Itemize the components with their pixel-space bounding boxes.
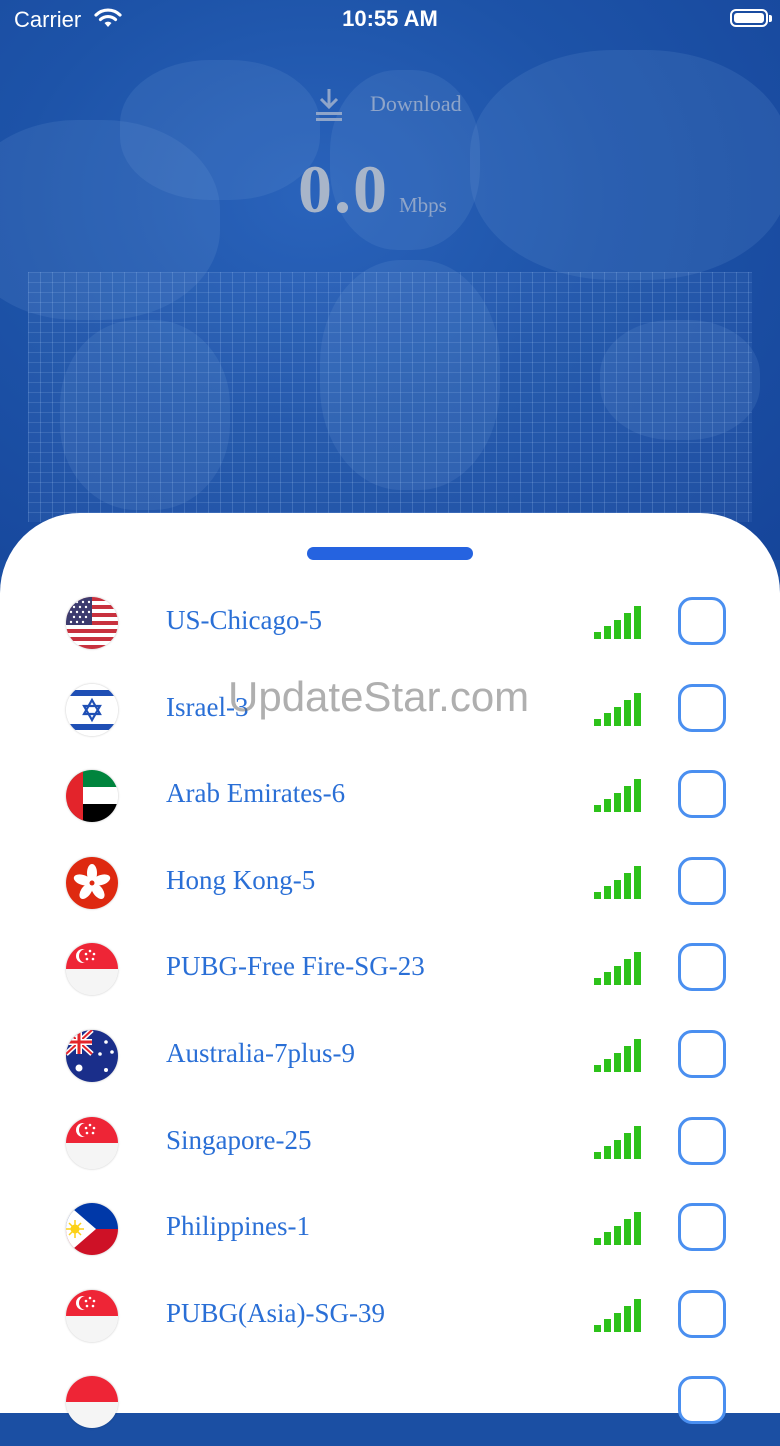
- download-icon: [316, 89, 342, 121]
- watermark: UpdateStar.com: [228, 673, 530, 720]
- server-list-sheet: US-Chicago-5 Israel-3 Arab Emirates-6 Ho…: [0, 513, 780, 1428]
- signal-strength-icon: [594, 1212, 641, 1245]
- signal-strength-icon: [594, 693, 641, 726]
- server-row[interactable]: Philippines-1: [0, 1187, 780, 1273]
- australia-flag-icon: [66, 1030, 118, 1082]
- download-indicator: Download: [310, 86, 462, 122]
- signal-strength-icon: [594, 1126, 641, 1159]
- us-flag-icon: [66, 597, 118, 649]
- select-checkbox[interactable]: [678, 1203, 726, 1251]
- signal-strength-icon: [594, 1039, 641, 1072]
- select-checkbox[interactable]: [678, 943, 726, 991]
- battery-icon: [730, 9, 772, 27]
- signal-strength-icon: [594, 606, 641, 639]
- select-checkbox[interactable]: [678, 597, 726, 645]
- status-bar: Carrier 10:55 AM: [0, 0, 780, 42]
- select-checkbox[interactable]: [678, 1117, 726, 1165]
- signal-strength-icon: [594, 952, 641, 985]
- server-row[interactable]: Australia-7plus-9: [0, 1014, 780, 1100]
- server-row[interactable]: Arab Emirates-6: [0, 754, 780, 840]
- server-row[interactable]: US-Chicago-5: [0, 581, 780, 667]
- server-name: Singapore-25: [166, 1125, 312, 1155]
- select-checkbox[interactable]: [678, 1290, 726, 1338]
- server-name: PUBG-Free Fire-SG-23: [166, 951, 425, 981]
- server-row[interactable]: Singapore-25: [0, 1101, 780, 1187]
- select-checkbox[interactable]: [678, 1030, 726, 1078]
- speed-graph: [28, 272, 752, 522]
- israel-flag-icon: [66, 684, 118, 736]
- server-row[interactable]: Hong Kong-5: [0, 841, 780, 927]
- signal-strength-icon: [594, 866, 641, 899]
- server-name: US-Chicago-5: [166, 605, 322, 635]
- select-checkbox[interactable]: [678, 857, 726, 905]
- uae-flag-icon: [66, 770, 118, 822]
- speed-value: 0.0: [298, 151, 389, 227]
- singapore-flag-icon: [66, 943, 118, 995]
- speed-readout: 0.0 Mbps: [298, 150, 447, 229]
- server-name: Hong Kong-5: [166, 865, 316, 895]
- select-checkbox[interactable]: [678, 1376, 726, 1424]
- singapore-flag-icon: [66, 1376, 118, 1428]
- clock: 10:55 AM: [342, 6, 438, 31]
- philippines-flag-icon: [66, 1203, 118, 1255]
- hong-kong-flag-icon: [66, 857, 118, 909]
- server-name: Australia-7plus-9: [166, 1038, 355, 1068]
- select-checkbox[interactable]: [678, 684, 726, 732]
- server-row-partial[interactable]: [0, 1360, 780, 1446]
- download-label: Download: [370, 91, 462, 116]
- server-row[interactable]: PUBG(Asia)-SG-39: [0, 1274, 780, 1360]
- server-row[interactable]: PUBG-Free Fire-SG-23: [0, 927, 780, 1013]
- server-name: PUBG(Asia)-SG-39: [166, 1298, 385, 1328]
- sheet-drag-handle[interactable]: [307, 547, 473, 560]
- singapore-flag-icon: [66, 1290, 118, 1342]
- server-name: Arab Emirates-6: [166, 778, 346, 808]
- signal-strength-icon: [594, 779, 641, 812]
- signal-strength-icon: [594, 1299, 641, 1332]
- speed-unit: Mbps: [399, 193, 447, 217]
- server-name: Philippines-1: [166, 1211, 311, 1241]
- singapore-flag-icon: [66, 1117, 118, 1169]
- select-checkbox[interactable]: [678, 770, 726, 818]
